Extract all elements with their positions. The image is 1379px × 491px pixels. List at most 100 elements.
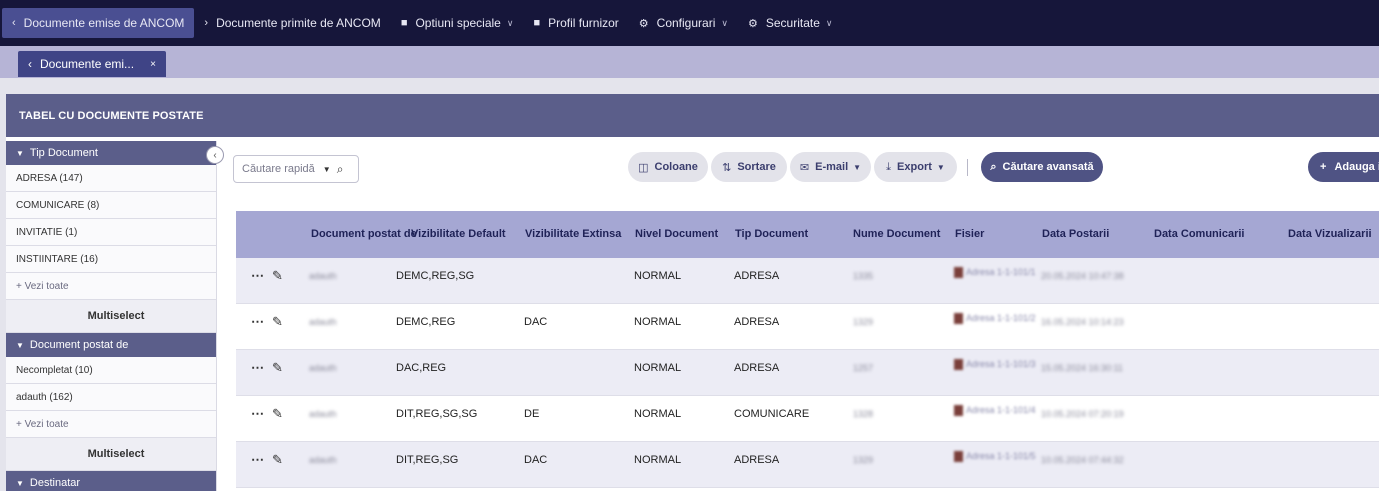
caret-down-icon: ▼ [853, 162, 862, 172]
cell-file-link[interactable]: Adresa 1-1-101/5 [954, 449, 1036, 463]
email-button[interactable]: ✉ E-mail ▼ [790, 152, 871, 182]
tab-documente-emise[interactable]: ‹ Documente emi... × [18, 51, 166, 77]
button-label: Coloane [654, 161, 698, 173]
filter-item[interactable]: COMUNICARE (8) [6, 192, 216, 219]
pdf-file-icon [954, 451, 963, 463]
document-icon: ■ [400, 17, 408, 29]
edit-icon[interactable]: ✎ [272, 304, 283, 340]
nav-securitate[interactable]: ⚙ Securitate ∨ [738, 8, 843, 38]
filter-item[interactable]: INVITATIE (1) [6, 219, 216, 246]
file-name: Adresa 1-1-101/1 [966, 267, 1036, 277]
pdf-file-icon [954, 359, 963, 371]
nav-optiuni-speciale[interactable]: ■ Optiuni speciale ∨ [391, 8, 524, 38]
cell-file-link[interactable]: Adresa 1-1-101/3 [954, 357, 1036, 371]
see-all-link[interactable]: + Vezi toate [6, 273, 216, 300]
search-placeholder: Căutare rapidă [242, 163, 315, 175]
filter-item[interactable]: adauth (162) [6, 384, 216, 411]
edit-icon[interactable]: ✎ [272, 258, 283, 294]
more-actions-icon[interactable]: ⋯ [251, 350, 264, 386]
columns-button[interactable]: ◫ Coloane [628, 152, 708, 182]
col-header-posted-by[interactable]: Document postat de [311, 211, 417, 258]
cell-vis-default: DIT,REG,SG,SG [396, 408, 478, 420]
cell-vis-ext: DAC [524, 316, 548, 328]
filter-group-document-postat-de[interactable]: ▼ Document postat de [6, 333, 216, 357]
cell-type: COMUNICARE [734, 408, 810, 420]
col-header-date-view[interactable]: Data Vizualizarii [1288, 211, 1372, 258]
more-actions-icon[interactable]: ⋯ [251, 396, 264, 432]
cell-posted-by: adauth [309, 363, 337, 373]
caret-down-icon[interactable]: ▼ [323, 165, 331, 174]
cell-vis-ext: DE [524, 408, 540, 420]
file-name: Adresa 1-1-101/5 [966, 451, 1036, 461]
filter-group-title: Document postat de [29, 339, 129, 351]
edit-icon[interactable]: ✎ [272, 396, 283, 432]
see-all-link[interactable]: + Vezi toate [6, 411, 216, 438]
cell-file-link[interactable]: Adresa 1-1-101/2 [954, 311, 1036, 325]
multiselect-button[interactable]: Multiselect [6, 438, 216, 471]
collapse-sidebar-button[interactable]: ‹ [206, 146, 224, 164]
filter-item[interactable]: INSTIINTARE (16) [6, 246, 216, 273]
nav-documente-emise[interactable]: ‹ Documente emise de ANCOM [2, 8, 195, 38]
nav-documente-primite[interactable]: › Documente primite de ANCOM [194, 8, 390, 38]
columns-icon: ◫ [638, 161, 649, 174]
sort-button[interactable]: ⇅ Sortare [711, 152, 787, 182]
filter-item[interactable]: ADRESA (147) [6, 165, 216, 192]
more-actions-icon[interactable]: ⋯ [251, 442, 264, 478]
nav-label: Optiuni speciale [415, 16, 501, 30]
cell-level: NORMAL [634, 362, 682, 374]
cell-level: NORMAL [634, 270, 682, 282]
cell-name: 1335 [853, 271, 874, 281]
caret-down-icon: ▼ [16, 340, 24, 350]
chevron-left-icon: ‹ [12, 17, 16, 29]
edit-icon[interactable]: ✎ [272, 350, 283, 386]
cell-file-link[interactable]: Adresa 1-1-101/4 [954, 403, 1036, 417]
quick-search-input[interactable]: Căutare rapidă ▼ ⌕ [233, 155, 359, 183]
file-name: Adresa 1-1-101/4 [966, 405, 1036, 415]
nav-label: Configurari [656, 16, 716, 30]
add-button[interactable]: + Adauga i [1308, 152, 1379, 182]
more-actions-icon[interactable]: ⋯ [251, 304, 264, 340]
filter-item[interactable]: Necompletat (10) [6, 357, 216, 384]
button-label: Export [897, 161, 932, 173]
col-header-type[interactable]: Tip Document [735, 211, 808, 258]
close-icon[interactable]: × [150, 59, 156, 70]
table-row[interactable]: ⋯ ✎ adauth DEMC,REG,SG NORMAL ADRESA 133… [236, 258, 1379, 304]
col-header-date-comm[interactable]: Data Comunicarii [1154, 211, 1244, 258]
chevron-down-icon: ∨ [721, 17, 728, 28]
pdf-file-icon [954, 267, 963, 279]
table-row[interactable]: ⋯ ✎ adauth DIT,REG,SG,SG DE NORMAL COMUN… [236, 396, 1379, 442]
top-navigation: ‹ Documente emise de ANCOM › Documente p… [0, 0, 1379, 46]
caret-down-icon: ▼ [936, 162, 945, 172]
export-button[interactable]: ⤓ Export ▼ [874, 152, 957, 182]
col-header-date-posted[interactable]: Data Postarii [1042, 211, 1109, 258]
search-icon[interactable]: ⌕ [337, 162, 344, 177]
cell-date-posted: 20.05.2024 10:47:38 [1041, 271, 1124, 281]
cell-posted-by: adauth [309, 409, 337, 419]
cell-type: ADRESA [734, 454, 780, 466]
document-icon: ■ [533, 17, 541, 29]
col-header-level[interactable]: Nivel Document [635, 211, 718, 258]
col-header-vis-default[interactable]: Vizibilitate Default [411, 211, 506, 258]
filter-group-tip-document[interactable]: ▼ Tip Document [6, 141, 216, 165]
col-header-vis-ext[interactable]: Vizibilitate Extinsa [525, 211, 621, 258]
table-row[interactable]: ⋯ ✎ adauth DEMC,REG DAC NORMAL ADRESA 13… [236, 304, 1379, 350]
multiselect-button[interactable]: Multiselect [6, 300, 216, 333]
nav-configurari[interactable]: ⚙ Configurari ∨ [629, 8, 738, 38]
advanced-search-button[interactable]: ⌕ Căutare avansată [981, 152, 1103, 182]
col-header-file[interactable]: Fisier [955, 211, 984, 258]
table-row[interactable]: ⋯ ✎ adauth DIT,REG,SG DAC NORMAL ADRESA … [236, 442, 1379, 488]
cell-name: 1329 [853, 455, 874, 465]
cell-file-link[interactable]: Adresa 1-1-101/1 [954, 265, 1036, 279]
button-label: E-mail [815, 161, 849, 173]
caret-down-icon: ▼ [16, 478, 24, 488]
cell-vis-default: DEMC,REG,SG [396, 270, 475, 282]
nav-profil-furnizor[interactable]: ■ Profil furnizor [523, 8, 628, 38]
nav-label: Documente primite de ANCOM [216, 16, 381, 30]
filter-group-destinatar[interactable]: ▼ Destinatar [6, 471, 216, 491]
chevron-left-icon: ‹ [28, 57, 32, 71]
cell-level: NORMAL [634, 316, 682, 328]
col-header-name[interactable]: Nume Document [853, 211, 940, 258]
table-row[interactable]: ⋯ ✎ adauth DAC,REG NORMAL ADRESA 1257 Ad… [236, 350, 1379, 396]
more-actions-icon[interactable]: ⋯ [251, 258, 264, 294]
edit-icon[interactable]: ✎ [272, 442, 283, 478]
